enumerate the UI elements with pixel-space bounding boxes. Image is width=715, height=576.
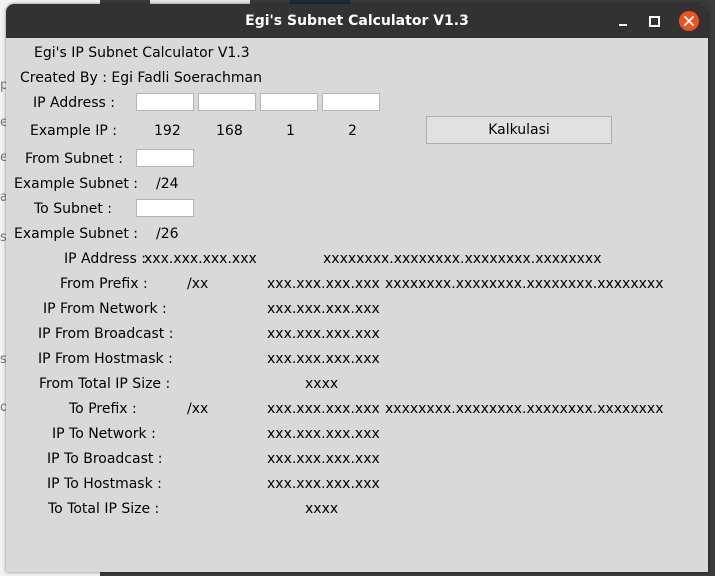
- example-to-subnet: /26: [156, 226, 179, 242]
- to-hostmask-value: xxx.xxx.xxx.xxx: [267, 476, 380, 492]
- from-hostmask-value: xxx.xxx.xxx.xxx: [267, 351, 380, 367]
- app-title: Egi's IP Subnet Calculator V1.3: [34, 45, 250, 61]
- result-ip-address-value: xxx.xxx.xxx.xxx: [144, 251, 257, 267]
- from-subnet-label: From Subnet :: [25, 151, 123, 167]
- result-ip-address-label: IP Address :: [64, 251, 146, 267]
- result-ip-address-binary: xxxxxxxx.xxxxxxxx.xxxxxxxx.xxxxxxxx: [323, 251, 602, 267]
- to-prefix-mask: xxx.xxx.xxx.xxx: [267, 401, 380, 417]
- from-network-value: xxx.xxx.xxx.xxx: [267, 301, 380, 317]
- close-icon[interactable]: [679, 11, 699, 31]
- example-octet-4: 2: [348, 123, 357, 139]
- from-network-label: IP From Network :: [43, 301, 167, 317]
- window-title: Egi's Subnet Calculator V1.3: [245, 13, 469, 29]
- to-network-label: IP To Network :: [52, 426, 156, 442]
- minimize-icon[interactable]: [614, 12, 632, 30]
- created-by: Created By : Egi Fadli Soerachman: [20, 70, 262, 86]
- from-total-value: xxxx: [305, 376, 339, 392]
- example-subnet-label: Example Subnet :: [14, 176, 138, 192]
- from-broadcast-value: xxx.xxx.xxx.xxx: [267, 326, 380, 342]
- kalkulasi-button[interactable]: Kalkulasi: [426, 116, 612, 144]
- ip-octet-3-input[interactable]: [260, 93, 318, 111]
- from-prefix-value: /xx: [187, 276, 209, 292]
- ip-octet-2-input[interactable]: [198, 93, 256, 111]
- to-subnet-label: To Subnet :: [34, 201, 112, 217]
- title-bar[interactable]: Egi's Subnet Calculator V1.3: [6, 4, 708, 38]
- to-broadcast-value: xxx.xxx.xxx.xxx: [267, 451, 380, 467]
- to-prefix-value: /xx: [187, 401, 209, 417]
- to-prefix-binary: xxxxxxxx.xxxxxxxx.xxxxxxxx.xxxxxxxx: [385, 401, 664, 417]
- to-hostmask-label: IP To Hostmask :: [47, 476, 162, 492]
- example-octet-3: 1: [286, 123, 295, 139]
- to-network-value: xxx.xxx.xxx.xxx: [267, 426, 380, 442]
- ip-address-label: IP Address :: [33, 95, 115, 111]
- example-from-subnet: /24: [156, 176, 179, 192]
- to-prefix-label: To Prefix :: [69, 401, 137, 417]
- from-total-label: From Total IP Size :: [39, 376, 171, 392]
- example-octet-2: 168: [216, 123, 243, 139]
- example-subnet-label: Example Subnet :: [14, 226, 138, 242]
- ip-octet-1-input[interactable]: [136, 93, 194, 111]
- example-octet-1: 192: [154, 123, 181, 139]
- from-prefix-label: From Prefix :: [60, 276, 148, 292]
- from-prefix-binary: xxxxxxxx.xxxxxxxx.xxxxxxxx.xxxxxxxx: [385, 276, 664, 292]
- app-window: Egi's Subnet Calculator V1.3 Egi's IP Su…: [6, 4, 708, 572]
- to-total-value: xxxx: [305, 501, 339, 517]
- from-prefix-mask: xxx.xxx.xxx.xxx: [267, 276, 380, 292]
- to-broadcast-label: IP To Broadcast :: [47, 451, 163, 467]
- example-ip-label: Example IP :: [30, 123, 117, 139]
- from-broadcast-label: IP From Broadcast :: [38, 326, 174, 342]
- from-hostmask-label: IP From Hostmask :: [38, 351, 173, 367]
- main-content: Egi's IP Subnet Calculator V1.3 Created …: [6, 38, 708, 572]
- maximize-icon[interactable]: [645, 12, 663, 30]
- from-subnet-input[interactable]: [136, 149, 194, 167]
- to-subnet-input[interactable]: [136, 199, 194, 217]
- to-total-label: To Total IP Size :: [48, 501, 160, 517]
- ip-octet-4-input[interactable]: [322, 93, 380, 111]
